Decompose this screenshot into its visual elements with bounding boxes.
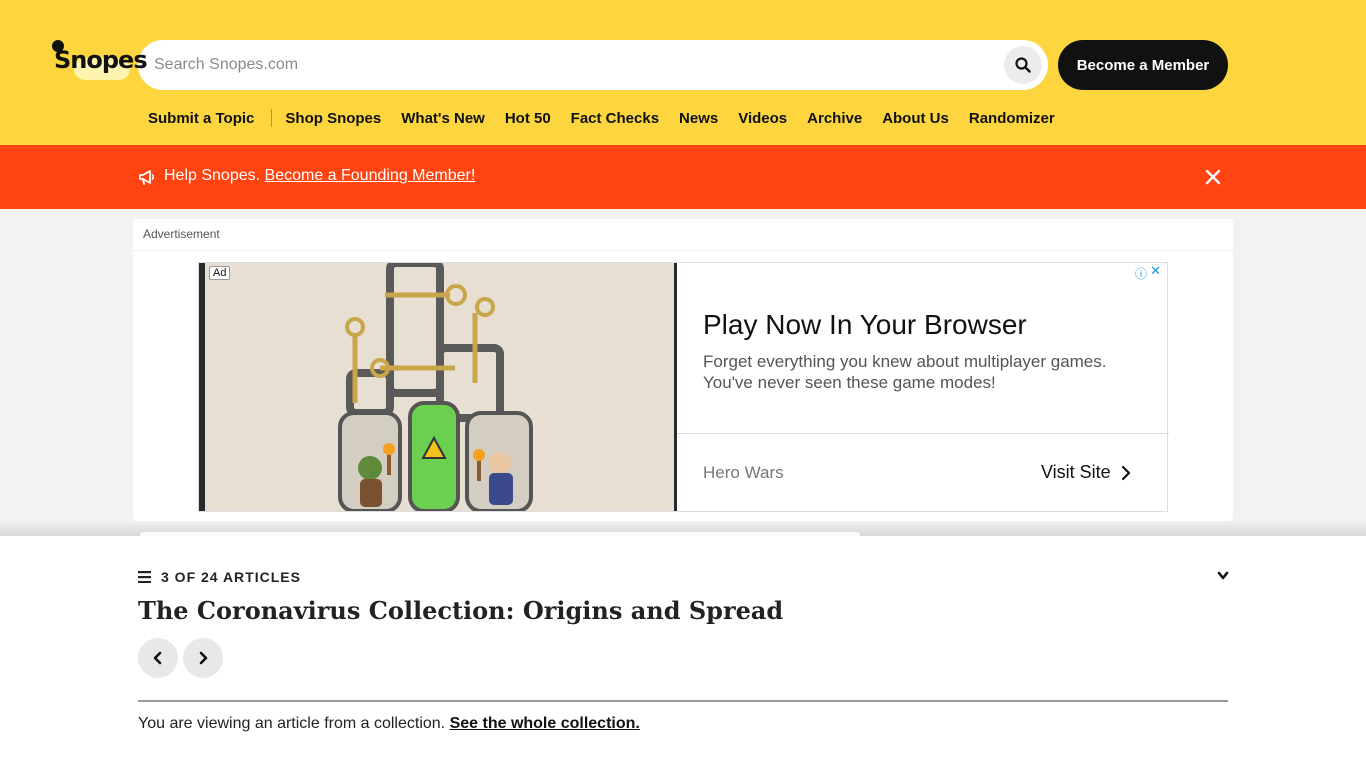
ad-close-icon[interactable]: ✕ (1150, 263, 1161, 279)
nav-divider (271, 109, 273, 127)
visit-site-label: Visit Site (1041, 462, 1111, 482)
see-whole-collection-link[interactable]: See the whole collection. (450, 715, 640, 732)
advertisement-label: Advertisement (143, 227, 220, 241)
ad-info-icon[interactable]: ⓘ (1135, 265, 1147, 282)
chevron-right-icon (1121, 465, 1130, 480)
ad-headline[interactable]: Play Now In Your Browser (703, 309, 1027, 341)
nav-about-us[interactable]: About Us (882, 110, 949, 127)
founding-member-banner: Help Snopes. Become a Founding Member! (0, 145, 1366, 209)
site-header: Snopes Become a Member Submit a Topic Sh… (0, 0, 1366, 145)
chevron-right-icon (199, 651, 208, 665)
snopes-logo[interactable]: Snopes (52, 40, 148, 82)
logo-text: Snopes (54, 46, 148, 74)
nav-videos[interactable]: Videos (738, 110, 787, 127)
ad-divider (133, 250, 1233, 251)
banner-message: Help Snopes. Become a Founding Member! (164, 167, 475, 185)
collection-note-text: You are viewing an article from a collec… (138, 715, 450, 732)
nav-fact-checks[interactable]: Fact Checks (571, 110, 659, 127)
main-nav: Submit a Topic Shop Snopes What's New Ho… (148, 108, 1075, 128)
ad-game-image[interactable]: Ad (199, 263, 677, 511)
list-icon (138, 571, 151, 583)
nav-news[interactable]: News (679, 110, 718, 127)
become-member-button[interactable]: Become a Member (1058, 40, 1228, 90)
close-icon[interactable] (1203, 167, 1223, 187)
collection-count-label: 3 OF 24 ARTICLES (161, 569, 301, 585)
founding-member-link[interactable]: Become a Founding Member! (265, 167, 476, 184)
visit-site-button[interactable]: Visit Site (1041, 462, 1131, 483)
search-input[interactable] (154, 40, 994, 90)
search-button[interactable] (1004, 46, 1042, 84)
nav-archive[interactable]: Archive (807, 110, 862, 127)
collection-panel: 3 OF 24 ARTICLES The Coronavirus Collect… (0, 536, 1366, 768)
collection-note: You are viewing an article from a collec… (138, 715, 640, 733)
previous-article-button[interactable] (138, 638, 178, 678)
collection-count: 3 OF 24 ARTICLES (138, 569, 301, 585)
nav-randomizer[interactable]: Randomizer (969, 110, 1055, 127)
banner-prefix: Help Snopes. (164, 167, 265, 184)
nav-hot-50[interactable]: Hot 50 (505, 110, 551, 127)
ad-creative[interactable]: Ad ⓘ ✕ Play Now In Your Browser Forget e… (198, 262, 1169, 512)
chevron-down-icon[interactable] (1216, 570, 1230, 582)
ad-body-text: Forget everything you knew about multipl… (703, 352, 1107, 392)
chevron-left-icon (153, 651, 162, 665)
ad-advertiser-name: Hero Wars (703, 463, 784, 482)
ad-badge: Ad (209, 266, 231, 280)
ad-game-illustration (205, 263, 674, 511)
megaphone-icon (139, 170, 155, 185)
nav-submit-topic[interactable]: Submit a Topic (148, 110, 254, 127)
search-icon (1015, 57, 1031, 73)
nav-shop-snopes[interactable]: Shop Snopes (285, 110, 381, 127)
ad-separator (677, 433, 1169, 434)
next-article-button[interactable] (183, 638, 223, 678)
collection-title[interactable]: The Coronavirus Collection: Origins and … (138, 596, 783, 625)
search-bar (138, 40, 1048, 90)
nav-whats-new[interactable]: What's New (401, 110, 485, 127)
collection-divider (138, 700, 1228, 702)
